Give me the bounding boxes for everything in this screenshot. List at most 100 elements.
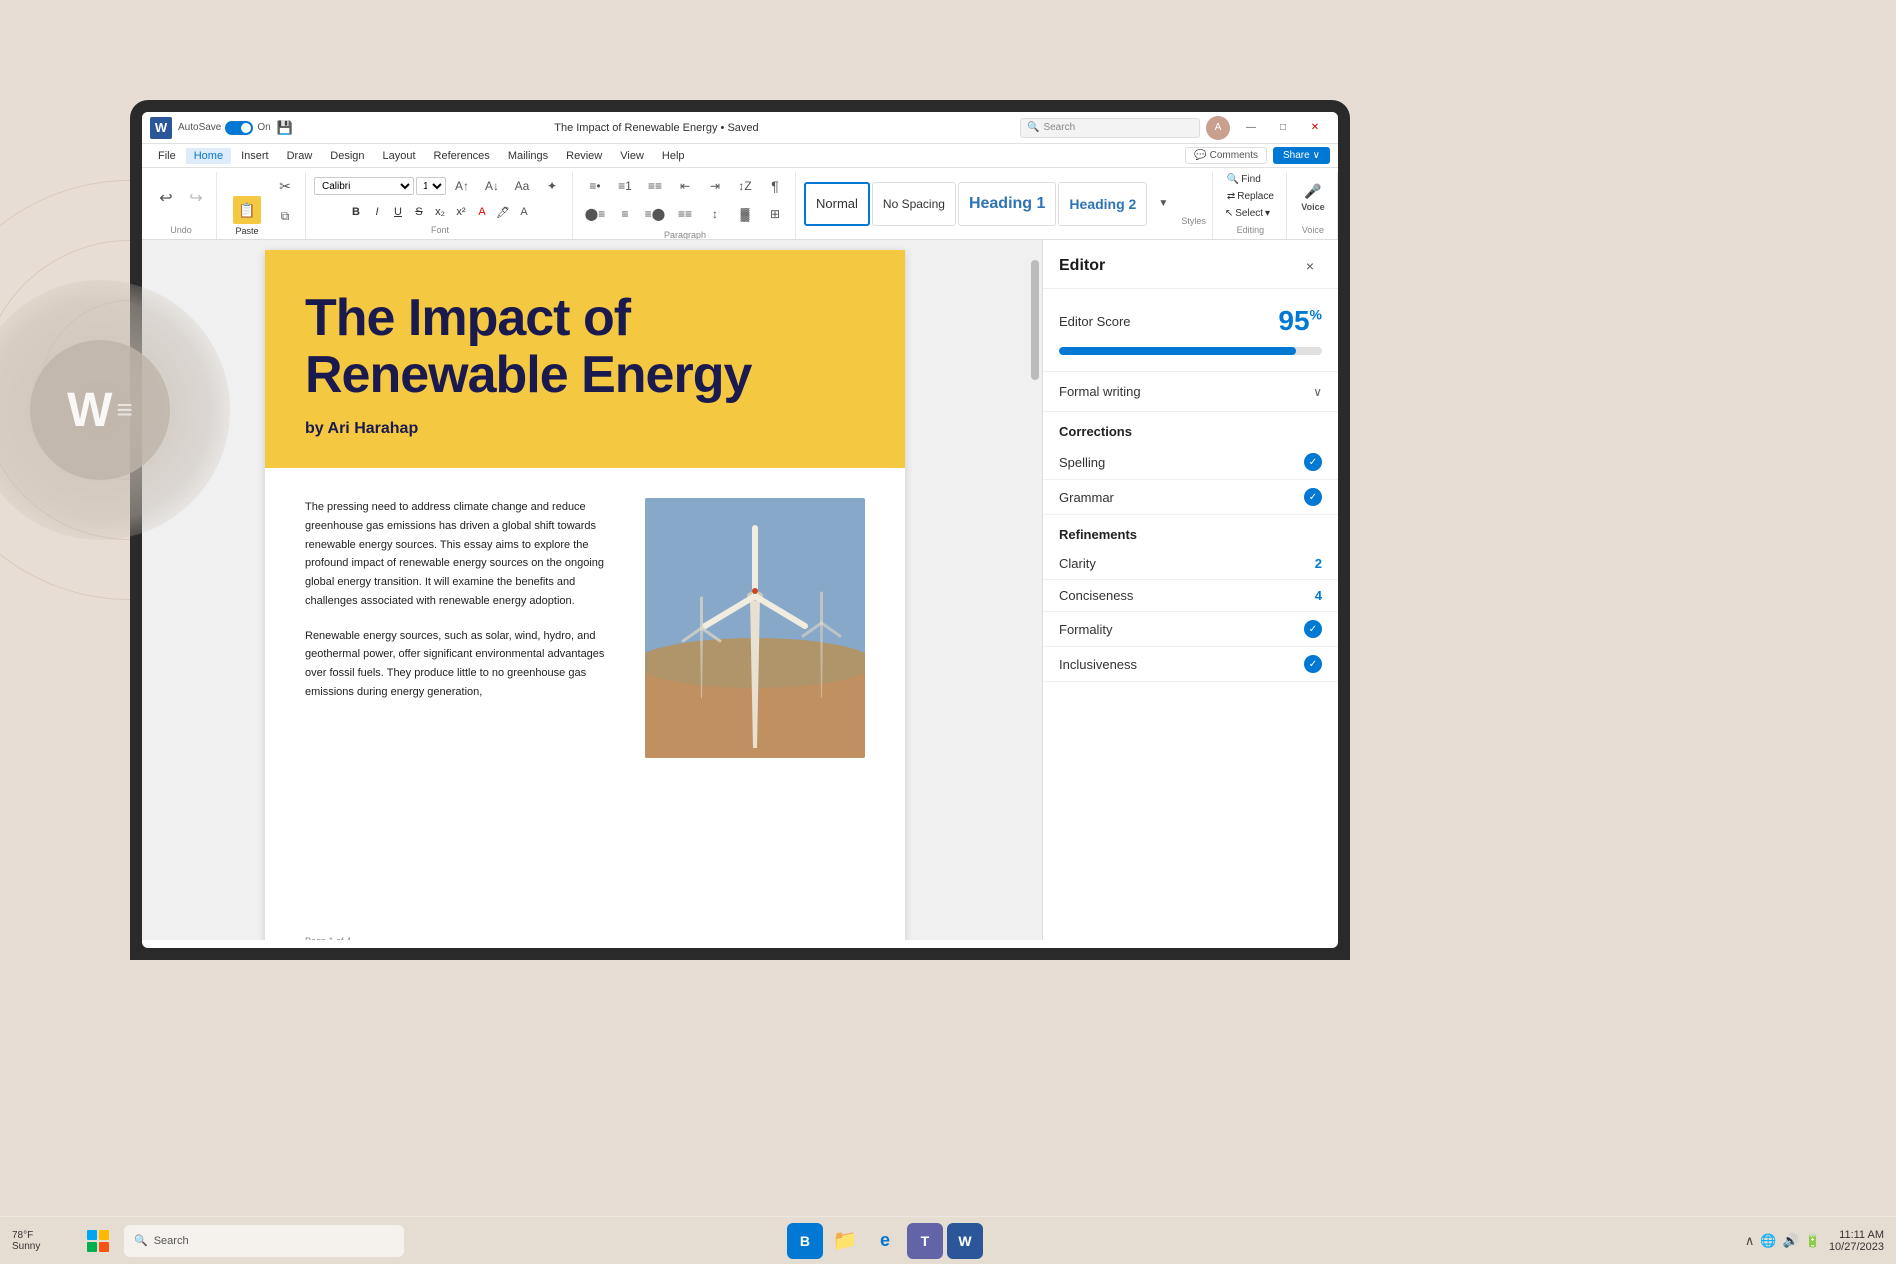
shading-button[interactable]: ▓: [731, 200, 759, 228]
show-marks-button[interactable]: ¶: [761, 172, 789, 200]
scrollbar-thumb[interactable]: [1031, 260, 1039, 380]
menu-review[interactable]: Review: [558, 148, 610, 164]
menu-file[interactable]: File: [150, 148, 184, 164]
conciseness-count: 4: [1315, 588, 1322, 603]
close-button[interactable]: ✕: [1300, 118, 1330, 138]
save-icon[interactable]: 💾: [277, 120, 293, 136]
taskbar-edge[interactable]: e: [867, 1223, 903, 1259]
align-left-button[interactable]: ⬤≡: [581, 200, 609, 228]
decrease-indent-button[interactable]: ⇤: [671, 172, 699, 200]
menu-mailings[interactable]: Mailings: [500, 148, 556, 164]
undo-button[interactable]: ↩: [152, 184, 180, 212]
style-heading2-button[interactable]: Heading 2: [1058, 182, 1147, 226]
italic-button[interactable]: I: [367, 202, 387, 222]
autosave-toggle[interactable]: [225, 121, 253, 135]
title-search-bar[interactable]: 🔍 Search: [1020, 118, 1200, 138]
tray-up-arrow-icon[interactable]: ∧: [1745, 1233, 1755, 1249]
tray-volume-icon[interactable]: 🔊: [1783, 1233, 1799, 1249]
superscript-button[interactable]: x²: [451, 202, 471, 222]
paragraph-tools-top: ≡• ≡1 ≡≡ ⇤ ⇥ ↕Z ¶: [581, 172, 789, 200]
paste-button[interactable]: 📋 Paste: [225, 190, 269, 240]
select-chevron-icon: ▾: [1265, 208, 1270, 219]
line-spacing-button[interactable]: ↕: [701, 200, 729, 228]
bold-button[interactable]: B: [346, 202, 366, 222]
font-name-select[interactable]: Calibri: [314, 177, 414, 195]
laptop-screen: W AutoSave On 💾 The Impact of Renewable …: [130, 100, 1350, 960]
borders-button[interactable]: ⊞: [761, 200, 789, 228]
font-color-button[interactable]: A: [472, 202, 492, 222]
font-grow-button[interactable]: A↑: [448, 172, 476, 200]
formal-writing-label: Formal writing: [1059, 384, 1141, 399]
sort-button[interactable]: ↕Z: [731, 172, 759, 200]
style-normal-button[interactable]: Normal: [804, 182, 870, 226]
format-painter-button[interactable]: 🖌: [271, 232, 299, 240]
strikethrough-button[interactable]: S: [409, 202, 429, 222]
change-case-button[interactable]: Aa: [508, 172, 536, 200]
justify-button[interactable]: ≡≡: [671, 200, 699, 228]
editor-close-button[interactable]: ×: [1298, 254, 1322, 278]
menu-draw[interactable]: Draw: [279, 148, 321, 164]
word-titlebar: W AutoSave On 💾 The Impact of Renewable …: [142, 112, 1338, 144]
cut-button[interactable]: ✂: [271, 172, 299, 200]
tray-battery-icon[interactable]: 🔋: [1805, 1233, 1821, 1249]
menu-design[interactable]: Design: [322, 148, 372, 164]
taskbar-file-explorer[interactable]: 📁: [827, 1223, 863, 1259]
user-avatar[interactable]: A: [1206, 116, 1230, 140]
clear-format-button[interactable]: ✦: [538, 172, 566, 200]
clarity-item[interactable]: Clarity 2: [1043, 548, 1338, 580]
formality-item[interactable]: Formality ✓: [1043, 612, 1338, 647]
taskbar-clock[interactable]: 11:11 AM 10/27/2023: [1829, 1229, 1884, 1253]
styles-more-button[interactable]: ▼: [1149, 190, 1177, 218]
styles-group: Normal No Spacing Heading 1 Heading 2 ▼: [798, 172, 1213, 239]
subscript-button[interactable]: x₂: [430, 202, 450, 222]
find-button[interactable]: 🔍 Find: [1221, 172, 1267, 187]
taskbar-teams[interactable]: T: [907, 1223, 943, 1259]
autosave-area: AutoSave On: [178, 121, 271, 135]
replace-button[interactable]: ⇄ Replace: [1221, 189, 1280, 204]
inclusiveness-item[interactable]: Inclusiveness ✓: [1043, 647, 1338, 682]
menu-layout[interactable]: Layout: [375, 148, 424, 164]
font-shade-button[interactable]: A: [514, 202, 534, 222]
tray-network-icon[interactable]: 🌐: [1760, 1233, 1776, 1249]
doc-scrollbar[interactable]: [1028, 240, 1042, 940]
taskbar-bing-chat[interactable]: B: [787, 1223, 823, 1259]
multilevel-button[interactable]: ≡≡: [641, 172, 669, 200]
select-button[interactable]: ↖ Select ▾: [1221, 206, 1274, 221]
share-button[interactable]: Share ∨: [1273, 147, 1330, 164]
spelling-item[interactable]: Spelling ✓: [1043, 445, 1338, 480]
style-heading1-button[interactable]: Heading 1: [958, 182, 1056, 226]
menu-insert[interactable]: Insert: [233, 148, 277, 164]
numbering-button[interactable]: ≡1: [611, 172, 639, 200]
style-no-spacing-button[interactable]: No Spacing: [872, 182, 956, 226]
menu-home[interactable]: Home: [186, 148, 231, 164]
increase-indent-button[interactable]: ⇥: [701, 172, 729, 200]
doc-scroll[interactable]: The Impact of Renewable Energy by Ari Ha…: [142, 240, 1028, 940]
taskbar-word[interactable]: W: [947, 1223, 983, 1259]
replace-icon: ⇄: [1227, 191, 1235, 202]
highlight-button[interactable]: 🖊: [493, 202, 513, 222]
font-selectors: Calibri 11 A↑ A↓ Aa ✦: [314, 172, 566, 200]
start-button[interactable]: [82, 1225, 114, 1257]
menu-references[interactable]: References: [426, 148, 498, 164]
clarity-count: 2: [1315, 556, 1322, 571]
comments-button[interactable]: 💬 Comments: [1185, 147, 1267, 164]
minimize-button[interactable]: —: [1236, 118, 1266, 138]
menu-view[interactable]: View: [612, 148, 652, 164]
grammar-item[interactable]: Grammar ✓: [1043, 480, 1338, 515]
copy-button[interactable]: ⧉: [271, 202, 299, 230]
underline-button[interactable]: U: [388, 202, 408, 222]
menu-help[interactable]: Help: [654, 148, 693, 164]
conciseness-item[interactable]: Conciseness 4: [1043, 580, 1338, 612]
taskbar-search[interactable]: 🔍 Search: [124, 1225, 404, 1257]
font-shrink-button[interactable]: A↓: [478, 172, 506, 200]
align-center-button[interactable]: ≡: [611, 200, 639, 228]
font-size-select[interactable]: 11: [416, 177, 446, 195]
formality-label: Formality: [1059, 622, 1112, 637]
align-right-button[interactable]: ≡⬤: [641, 200, 669, 228]
ribbon-menubar: File Home Insert Draw Design Layout Refe…: [142, 144, 1338, 168]
formal-writing-dropdown[interactable]: Formal writing ∨: [1043, 372, 1338, 412]
redo-button[interactable]: ↪: [182, 184, 210, 212]
bullets-button[interactable]: ≡•: [581, 172, 609, 200]
dictate-button[interactable]: 🎤 Voice: [1295, 172, 1331, 223]
maximize-button[interactable]: □: [1268, 118, 1298, 138]
